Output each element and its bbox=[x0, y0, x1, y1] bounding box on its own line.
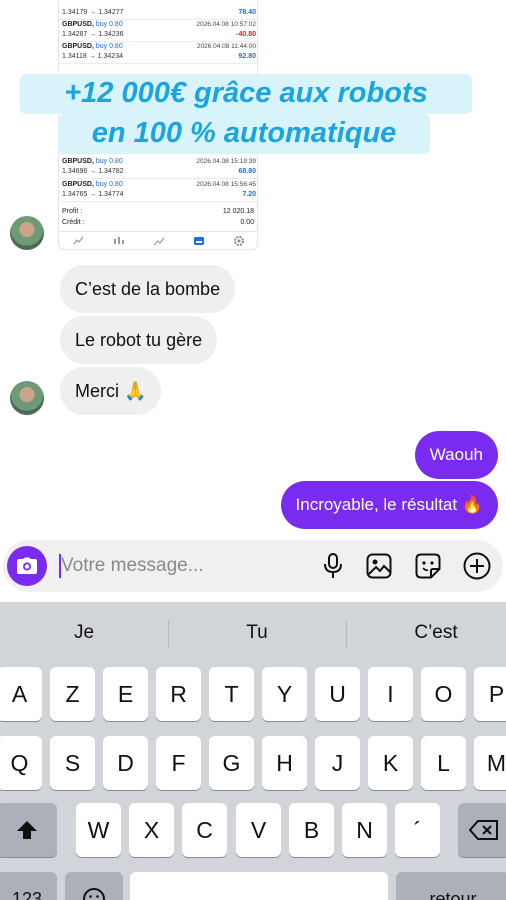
trade-profit: 68.80 bbox=[238, 168, 256, 175]
trade-direction: buy 0.80 bbox=[95, 43, 123, 50]
key-e[interactable]: E bbox=[103, 667, 148, 721]
outgoing-message: Waouh bbox=[414, 431, 498, 479]
return-key[interactable]: retour bbox=[396, 872, 506, 900]
key-v[interactable]: V bbox=[236, 803, 281, 857]
key-x[interactable]: X bbox=[129, 803, 174, 857]
promo-banner-line-2: en 100 % automatique bbox=[58, 114, 430, 154]
quotes-icon bbox=[72, 235, 86, 247]
onscreen-keyboard: Je Tu C’est A Z E R T Y U I O P Q S D F … bbox=[0, 602, 506, 900]
trade-prices: 1.34287 → 1.34236 bbox=[62, 31, 124, 38]
message-composer bbox=[3, 540, 503, 592]
trade-symbol: GBPUSD, bbox=[62, 181, 94, 188]
key-u[interactable]: U bbox=[315, 667, 360, 721]
delete-key[interactable] bbox=[458, 803, 506, 857]
suggestion-divider bbox=[346, 620, 347, 648]
gallery-icon[interactable] bbox=[365, 552, 393, 580]
key-c[interactable]: C bbox=[182, 803, 227, 857]
key-y[interactable]: Y bbox=[262, 667, 307, 721]
space-key[interactable] bbox=[130, 872, 388, 900]
suggestion-word[interactable]: C’est bbox=[352, 618, 506, 648]
message-input[interactable] bbox=[61, 550, 301, 582]
emoji-key[interactable] bbox=[65, 872, 123, 900]
key-q[interactable]: Q bbox=[0, 736, 42, 790]
key-g[interactable]: G bbox=[209, 736, 254, 790]
shift-key[interactable] bbox=[0, 803, 57, 857]
trade-direction: buy 0.80 bbox=[95, 181, 123, 188]
key-h[interactable]: H bbox=[262, 736, 307, 790]
trade-profit: -40.80 bbox=[236, 31, 256, 38]
trade-profit: 78.40 bbox=[238, 9, 256, 16]
microphone-icon[interactable] bbox=[319, 552, 347, 580]
key-m[interactable]: M bbox=[474, 736, 506, 790]
key-d[interactable]: D bbox=[103, 736, 148, 790]
credit-summary: Crédit : 0.00 bbox=[62, 217, 254, 228]
trade-row: GBPUSD, buy 0.80 2026.04.08 15:56:45 1.3… bbox=[59, 180, 257, 202]
trade-time: 2026.04.08 11:44:00 bbox=[196, 43, 256, 50]
trade-symbol: GBPUSD, bbox=[62, 158, 94, 165]
contact-avatar[interactable] bbox=[10, 216, 44, 250]
key-k[interactable]: K bbox=[368, 736, 413, 790]
trade-icon bbox=[152, 235, 166, 247]
history-icon bbox=[192, 235, 206, 247]
key-n[interactable]: N bbox=[342, 803, 387, 857]
trade-row: 1.34179 → 1.34277 78.40 bbox=[59, 0, 257, 20]
trade-direction: buy 0.80 bbox=[95, 21, 123, 28]
key-f[interactable]: F bbox=[156, 736, 201, 790]
key-j[interactable]: J bbox=[315, 736, 360, 790]
chart-icon bbox=[112, 235, 126, 247]
trade-row: GBPUSD, buy 0.80 2026.04.08 11:44:00 1.3… bbox=[59, 42, 257, 64]
summary-value: 0.00 bbox=[240, 219, 254, 226]
outgoing-message: Incroyable, le résultat 🔥 bbox=[280, 481, 498, 529]
plus-icon[interactable] bbox=[463, 552, 491, 580]
key-z[interactable]: Z bbox=[50, 667, 95, 721]
camera-icon[interactable] bbox=[7, 546, 47, 586]
trade-prices: 1.34765 → 1.34774 bbox=[62, 191, 124, 198]
key-l[interactable]: L bbox=[421, 736, 466, 790]
summary-label: Crédit : bbox=[62, 219, 85, 226]
summary-value: 12 020.18 bbox=[222, 208, 254, 215]
settings-icon bbox=[232, 235, 246, 247]
key-w[interactable]: W bbox=[76, 803, 121, 857]
summary-label: Profit : bbox=[62, 208, 83, 215]
incoming-message: Le robot tu gère bbox=[60, 316, 218, 364]
trading-app-toolbar bbox=[59, 231, 257, 249]
numbers-key[interactable]: 123 bbox=[0, 872, 57, 900]
trade-prices: 1.34118 → 1.34234 bbox=[62, 53, 123, 60]
trade-symbol: GBPUSD, bbox=[62, 43, 94, 50]
trade-profit: 92.80 bbox=[238, 53, 256, 60]
trade-row: GBPUSD, buy 0.80 2026.04.08 10:57:02 1.3… bbox=[59, 20, 257, 42]
trade-symbol: GBPUSD, bbox=[62, 21, 94, 28]
key-r[interactable]: R bbox=[156, 667, 201, 721]
incoming-message: C’est de la bombe bbox=[60, 265, 236, 313]
key-i[interactable]: I bbox=[368, 667, 413, 721]
key-b[interactable]: B bbox=[289, 803, 334, 857]
key-a[interactable]: A bbox=[0, 667, 42, 721]
key-s[interactable]: S bbox=[50, 736, 95, 790]
sticker-icon[interactable] bbox=[414, 552, 442, 580]
contact-avatar[interactable] bbox=[10, 381, 44, 415]
suggestion-word[interactable]: Tu bbox=[173, 618, 341, 648]
profit-summary: Profit : 12 020.18 bbox=[62, 206, 254, 217]
key-acute-accent[interactable]: ´ bbox=[395, 803, 440, 857]
trade-direction: buy 0.80 bbox=[95, 158, 123, 165]
trade-prices: 1.34179 → 1.34277 bbox=[62, 9, 124, 16]
suggestion-divider bbox=[168, 620, 169, 648]
trade-prices: 1.34696 → 1.34782 bbox=[62, 168, 124, 175]
key-p[interactable]: P bbox=[474, 667, 506, 721]
key-o[interactable]: O bbox=[421, 667, 466, 721]
trade-time: 2026.04.08 10:57:02 bbox=[196, 21, 256, 28]
promo-banner-line-1: +12 000€ grâce aux robots bbox=[20, 74, 472, 114]
trade-profit: 7.20 bbox=[242, 191, 256, 198]
trade-time: 2026.04.08 15:19:39 bbox=[196, 158, 256, 165]
trade-row: GBPUSD, buy 0.80 2026.04.08 15:19:39 1.3… bbox=[59, 157, 257, 179]
suggestion-word[interactable]: Je bbox=[0, 618, 168, 648]
key-t[interactable]: T bbox=[209, 667, 254, 721]
incoming-message: Merci 🙏 bbox=[60, 367, 162, 415]
trade-time: 2026.04.08 15:56:45 bbox=[196, 181, 256, 188]
